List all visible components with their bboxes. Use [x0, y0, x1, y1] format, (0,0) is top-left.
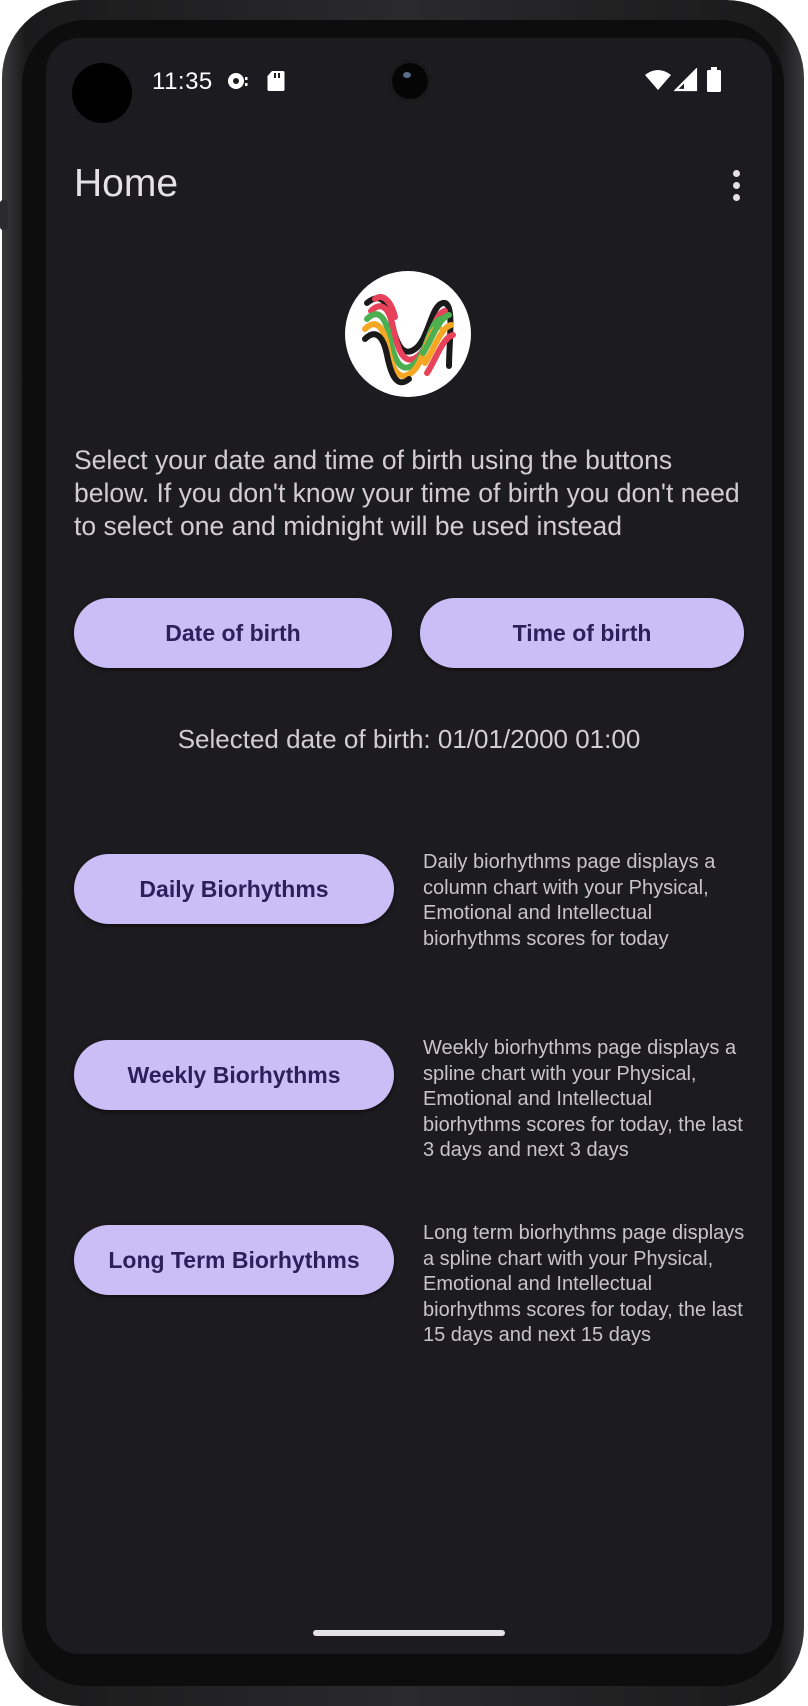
signal-icon: [674, 68, 698, 92]
front-camera: [389, 60, 431, 102]
status-bar: 11:35: [46, 38, 772, 128]
sd-card-icon: [267, 71, 285, 91]
app-logo: [345, 271, 471, 397]
media-icon: [228, 73, 248, 89]
long-term-biorhythms-button[interactable]: Long Term Biorhythms: [74, 1225, 394, 1295]
side-button: [0, 200, 8, 230]
weekly-description: Weekly biorhythms page displays a spline…: [423, 1037, 743, 1161]
gesture-nav-handle[interactable]: [313, 1630, 505, 1636]
date-of-birth-button[interactable]: Date of birth: [74, 598, 392, 668]
long-term-description: Long term biorhythms page displays a spl…: [423, 1222, 745, 1346]
time-of-birth-button[interactable]: Time of birth: [420, 598, 744, 668]
status-time: 11:35: [152, 68, 213, 95]
daily-description: Daily biorhythms page displays a column …: [423, 851, 716, 950]
biorhythm-wave-icon: [362, 294, 456, 386]
weekly-biorhythms-button[interactable]: Weekly Biorhythms: [74, 1040, 394, 1110]
screen: 11:35 Home Select your date and time of …: [46, 38, 772, 1654]
camera-dot: [72, 63, 132, 123]
wifi-icon: [645, 70, 671, 90]
device-frame: 11:35 Home Select your date and time of …: [0, 0, 804, 1706]
daily-biorhythms-button[interactable]: Daily Biorhythms: [74, 854, 394, 924]
page-title: Home: [74, 162, 179, 205]
more-vert-icon[interactable]: [726, 168, 746, 208]
intro-text: Select your date and time of birth using…: [74, 445, 740, 541]
battery-icon: [707, 67, 721, 92]
selected-date-of-birth: Selected date of birth: 01/01/2000 01:00: [177, 724, 641, 754]
